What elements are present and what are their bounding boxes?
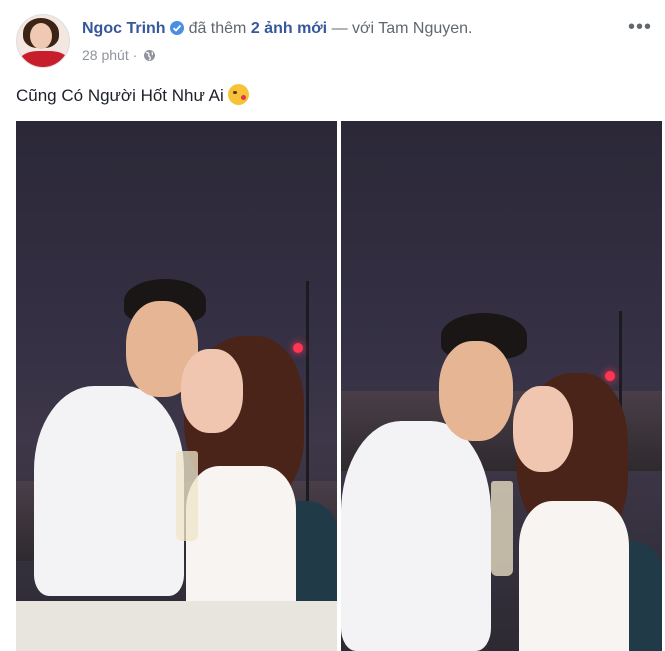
woman-face xyxy=(181,349,243,433)
post-caption: Cũng Có Người Hốt Như Ai xyxy=(16,84,249,106)
red-beacon xyxy=(605,371,615,381)
avatar[interactable] xyxy=(16,14,70,68)
author-name-link[interactable]: Ngoc Trinh xyxy=(82,20,166,37)
post-header: Ngoc Trinh đã thêm 2 ảnh mới — với Tam Ng… xyxy=(16,14,656,70)
avatar-dress xyxy=(20,51,68,67)
more-options-button[interactable]: ••• xyxy=(628,17,652,37)
post-timestamp[interactable]: 28 phút xyxy=(82,47,129,63)
globe-icon[interactable] xyxy=(143,49,156,65)
tagged-user-link[interactable]: Tam Nguyen. xyxy=(378,20,472,37)
post-title-line: Ngoc Trinh đã thêm 2 ảnh mới — với Tam Ng… xyxy=(82,20,472,38)
champagne-glass xyxy=(491,481,513,576)
meta-separator: · xyxy=(132,47,138,63)
photo-1[interactable] xyxy=(16,121,337,651)
woman-dress xyxy=(519,501,629,651)
photo-count-link[interactable]: 2 ảnh mới xyxy=(251,20,327,37)
man-shirt xyxy=(341,421,491,651)
man-face xyxy=(439,341,513,441)
avatar-face xyxy=(30,23,52,49)
man-shirt xyxy=(34,386,184,596)
table xyxy=(16,601,337,651)
kissing-face-emoji-icon xyxy=(227,84,249,105)
with-text: — với xyxy=(331,20,375,37)
woman-dress xyxy=(186,466,296,611)
caption-text: Cũng Có Người Hốt Như Ai xyxy=(16,86,224,105)
post-meta: 28 phút · xyxy=(82,47,156,65)
post-action-text: đã thêm xyxy=(188,20,247,37)
photo-2[interactable] xyxy=(341,121,662,651)
woman-face xyxy=(513,386,573,472)
verified-badge-icon xyxy=(169,21,184,35)
red-beacon xyxy=(293,343,303,353)
antenna-pole xyxy=(306,281,309,501)
champagne-glass xyxy=(176,451,198,541)
